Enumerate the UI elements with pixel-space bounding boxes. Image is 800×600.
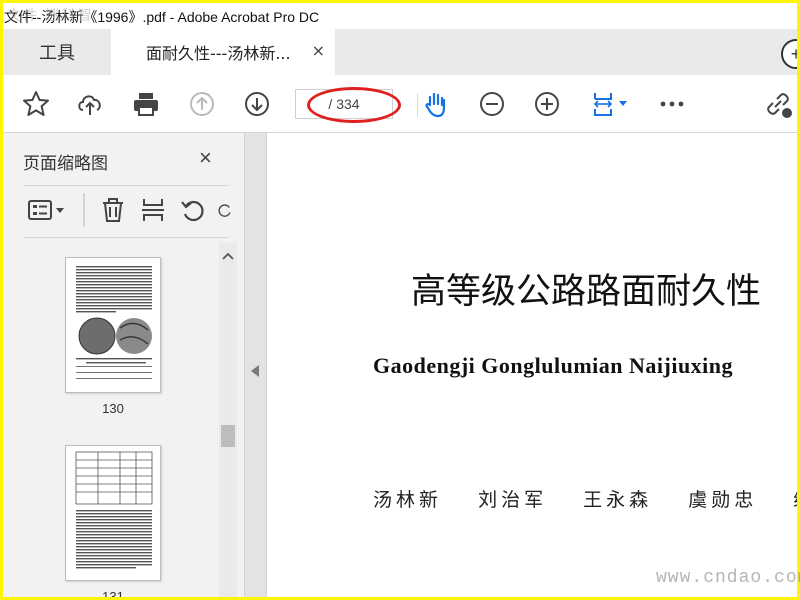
thumbnail-options-icon[interactable] bbox=[25, 195, 67, 225]
cloud-upload-icon[interactable] bbox=[73, 87, 107, 121]
insert-page-icon[interactable] bbox=[139, 195, 167, 225]
share-link-icon[interactable] bbox=[761, 87, 795, 121]
zoom-in-icon[interactable] bbox=[530, 87, 564, 121]
page-down-icon[interactable] bbox=[240, 87, 274, 121]
document-authors: 汤林新 刘治军 王永森 虞勋忠 编著 bbox=[373, 485, 797, 512]
page-count-label: / 334 bbox=[328, 96, 360, 112]
title-bar: 文件--汤林新《1996》.pdf - Adobe Acrobat Pro DC bbox=[3, 3, 797, 29]
tab-tools-label: 工具 bbox=[39, 43, 75, 64]
collapse-left-icon[interactable] bbox=[251, 365, 259, 377]
thumbnail-page-131[interactable] bbox=[65, 445, 161, 581]
author-name: 王永森 bbox=[583, 489, 653, 511]
main-toolbar: / 334 bbox=[3, 75, 797, 133]
thumbnail-label: 131 bbox=[102, 589, 124, 597]
fit-page-icon[interactable] bbox=[586, 87, 632, 121]
star-icon[interactable] bbox=[19, 87, 53, 121]
tab-tools[interactable]: 工具 bbox=[3, 29, 111, 75]
thumbnail-scrollbar[interactable] bbox=[219, 243, 237, 597]
close-panel-icon[interactable]: × bbox=[199, 145, 212, 171]
author-name: 虞勋忠 bbox=[688, 489, 758, 511]
thumbnail-page-130[interactable] bbox=[65, 257, 161, 393]
panel-divider bbox=[23, 237, 229, 238]
rotate-page-icon[interactable] bbox=[179, 195, 207, 225]
thumbnail-list: 130 131 bbox=[3, 245, 245, 597]
zoom-out-icon[interactable] bbox=[475, 87, 509, 121]
tab-document-label: 面耐久性---汤林新... bbox=[146, 44, 291, 63]
thumbnail-panel: 页面缩略图 × 130 131 bbox=[3, 133, 245, 597]
more-icon[interactable] bbox=[655, 87, 689, 121]
delete-page-icon[interactable] bbox=[99, 195, 127, 225]
acrobat-window: 文件--汤林新《1996》.pdf - Adobe Acrobat Pro DC… bbox=[3, 3, 797, 597]
document-view[interactable]: 高等级公路路面耐久性 Gaodengji Gonglulumian Naijiu… bbox=[267, 133, 797, 597]
panel-tools-divider bbox=[83, 193, 85, 227]
window-title: 文件--汤林新《1996》.pdf - Adobe Acrobat Pro DC bbox=[4, 9, 320, 25]
panel-collapse-strip[interactable] bbox=[245, 133, 267, 597]
new-tab-icon[interactable]: + bbox=[781, 39, 797, 69]
panel-title: 页面缩略图 bbox=[23, 154, 108, 174]
author-name: 编著 bbox=[793, 489, 797, 511]
hand-icon[interactable] bbox=[419, 87, 453, 121]
chevron-up-icon[interactable] bbox=[219, 249, 237, 263]
tab-bar: 工具 面耐久性---汤林新... × + bbox=[3, 29, 797, 75]
author-name: 刘治军 bbox=[478, 489, 548, 511]
tab-document[interactable]: 面耐久性---汤林新... × bbox=[111, 29, 335, 75]
close-tab-icon[interactable]: × bbox=[312, 41, 325, 60]
panel-toolbar bbox=[21, 193, 241, 227]
page-number-input[interactable]: / 334 bbox=[295, 89, 393, 119]
document-title-chinese: 高等级公路路面耐久性 bbox=[411, 272, 762, 312]
watermark-bottom: www.cndao.com bbox=[656, 568, 800, 588]
page-up-icon[interactable] bbox=[185, 87, 219, 121]
thumbnail-label: 130 bbox=[102, 401, 124, 416]
panel-divider bbox=[23, 185, 229, 186]
print-icon[interactable] bbox=[129, 87, 163, 121]
author-name: 汤林新 bbox=[373, 489, 443, 511]
scrollbar-thumb[interactable] bbox=[221, 425, 235, 447]
rotate-right-icon[interactable] bbox=[217, 195, 233, 225]
toolbar-divider bbox=[417, 93, 418, 117]
document-title-pinyin: Gaodengji Gonglulumian Naijiuxing bbox=[373, 353, 734, 378]
